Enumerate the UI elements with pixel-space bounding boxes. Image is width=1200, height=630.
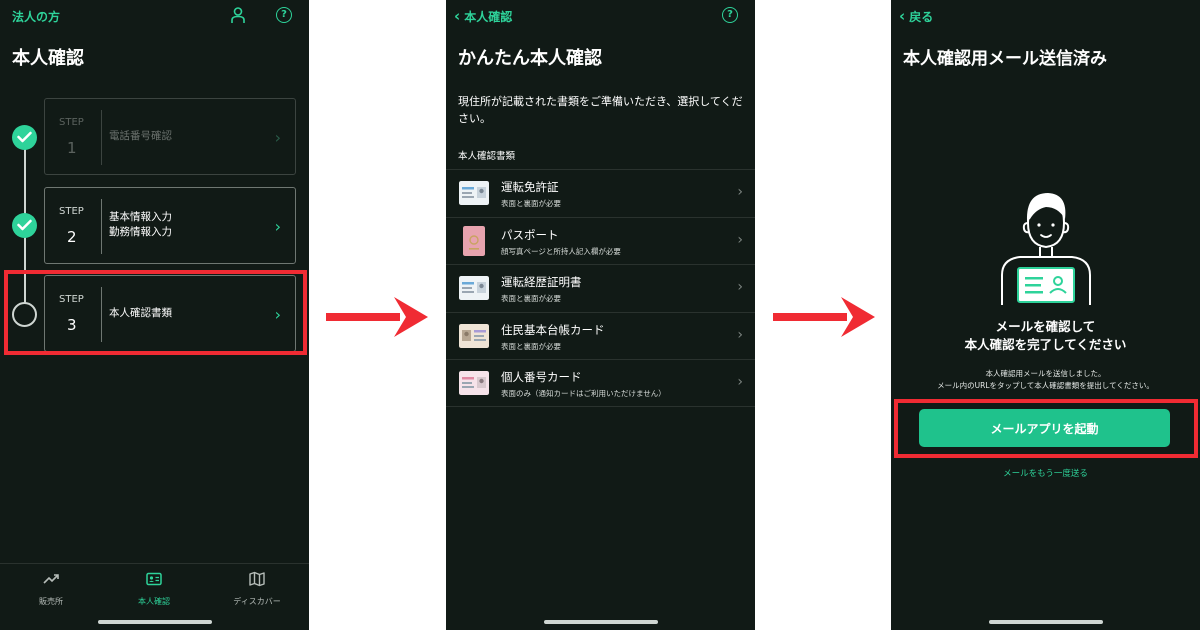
- tab-label: 販売所: [39, 597, 63, 606]
- chevron-right-icon: ›: [737, 326, 743, 343]
- check-icon: [12, 125, 37, 150]
- divider: [101, 110, 102, 165]
- page-title: 本人確認用メール送信済み: [903, 49, 1107, 69]
- section-label: 本人確認書類: [458, 151, 516, 162]
- document-list: 運転免許証 表面と裏面が必要 › パスポート 顔写真ページと所持人記入欄が必要 …: [446, 169, 755, 407]
- document-note: 表面と裏面が必要: [501, 199, 561, 208]
- list-item[interactable]: パスポート 顔写真ページと所持人記入欄が必要 ›: [446, 216, 755, 265]
- driving-history-icon: [459, 276, 489, 300]
- document-name: 個人番号カード: [501, 370, 582, 384]
- info-line-1: 本人確認用メールを送信しました。: [985, 369, 1106, 378]
- list-item[interactable]: 運転免許証 表面と裏面が必要 ›: [446, 169, 755, 217]
- step-card-phone[interactable]: STEP 1 電話番号確認 ›: [44, 98, 296, 175]
- tab-identity[interactable]: 本人確認: [109, 570, 199, 607]
- chevron-right-icon: ›: [274, 217, 281, 236]
- info-text: 本人確認用メールを送信しました。 メール内のURLをタップして本人確認書類を提出…: [891, 368, 1200, 392]
- passport-icon: [463, 225, 485, 256]
- chevron-left-icon: ‹: [454, 7, 461, 25]
- list-item[interactable]: 運転経歴証明書 表面と裏面が必要 ›: [446, 264, 755, 312]
- corporate-link[interactable]: 法人の方: [12, 8, 60, 25]
- resident-card-icon: [459, 323, 489, 348]
- tutorial-stage: 法人の方 ? 本人確認 STEP 1 電話番号確認 › STEP 2 基本情報入…: [0, 0, 1200, 630]
- check-icon: [12, 213, 37, 238]
- step-card-basic-info[interactable]: STEP 2 基本情報入力 勤務情報入力 ›: [44, 187, 296, 264]
- document-name: 運転免許証: [501, 180, 559, 194]
- highlight-box: [894, 399, 1198, 458]
- home-indicator: [97, 620, 212, 624]
- step-title: 基本情報入力: [109, 211, 172, 223]
- home-indicator: [988, 620, 1103, 624]
- step-title: 電話番号確認: [109, 130, 172, 142]
- chevron-right-icon: ›: [274, 128, 281, 147]
- divider: [101, 199, 102, 254]
- tab-label: ディスカバー: [233, 597, 281, 606]
- home-indicator: [543, 620, 658, 624]
- screen-mail-sent: ‹ 戻る 本人確認用メール送信済み メールを確認して 本人確認を完了してください…: [891, 0, 1200, 630]
- mynumber-card-icon: [459, 371, 489, 395]
- info-line-2: メール内のURLをタップして本人確認書類を提出してください。: [937, 381, 1154, 390]
- map-icon: [249, 571, 265, 587]
- person-with-id-illustration: [1001, 193, 1091, 305]
- step-title-2: 勤務情報入力: [109, 226, 172, 238]
- step-number: 1: [67, 139, 77, 157]
- chevron-right-icon: ›: [737, 231, 743, 248]
- step-label: STEP: [59, 117, 84, 128]
- document-name: 運転経歴証明書: [501, 275, 582, 289]
- step-label: STEP: [59, 206, 84, 217]
- back-button[interactable]: ‹ 戻る: [899, 7, 933, 25]
- tab-exchange[interactable]: 販売所: [6, 570, 96, 607]
- help-icon[interactable]: ?: [276, 7, 292, 23]
- highlight-box: [4, 270, 307, 355]
- screen-identity-steps: 法人の方 ? 本人確認 STEP 1 電話番号確認 › STEP 2 基本情報入…: [0, 0, 309, 630]
- back-label: 戻る: [909, 10, 934, 24]
- document-note: 表面と裏面が必要: [501, 341, 561, 351]
- step-number: 2: [67, 228, 77, 246]
- page-title: 本人確認: [12, 48, 84, 69]
- description: 現住所が記載された書類をご準備いただき、選択してください。: [458, 95, 743, 125]
- heading-line-2: 本人確認を完了してください: [964, 337, 1127, 352]
- list-item[interactable]: 住民基本台帳カード 表面と裏面が必要 ›: [446, 311, 755, 360]
- tab-discover[interactable]: ディスカバー: [212, 570, 302, 607]
- instruction-heading: メールを確認して 本人確認を完了してください: [891, 318, 1200, 354]
- tab-label: 本人確認: [138, 597, 170, 606]
- document-name: 住民基本台帳カード: [501, 322, 605, 337]
- arrow-right-icon: [773, 297, 875, 337]
- back-label: 本人確認: [464, 10, 513, 24]
- document-name: パスポート: [501, 227, 559, 242]
- list-item[interactable]: 個人番号カード 表面のみ（通知カードはご利用いただけません） ›: [446, 359, 755, 407]
- chevron-right-icon: ›: [737, 184, 743, 200]
- license-icon: [459, 181, 489, 205]
- chevron-right-icon: ›: [737, 279, 743, 295]
- screen-easy-identity: ‹ 本人確認 ? かんたん本人確認 現住所が記載された書類をご準備いただき、選択し…: [446, 0, 755, 630]
- chevron-right-icon: ›: [737, 374, 743, 390]
- user-icon[interactable]: [229, 6, 247, 24]
- resend-mail-link[interactable]: メールをもう一度送る: [891, 467, 1200, 479]
- heading-line-1: メールを確認して: [995, 319, 1096, 334]
- id-card-icon: [146, 572, 162, 586]
- document-note: 表面のみ（通知カードはご利用いただけません）: [501, 389, 666, 398]
- chevron-left-icon: ‹: [899, 7, 906, 25]
- document-note: 顔写真ページと所持人記入欄が必要: [501, 246, 621, 256]
- arrow-right-icon: [326, 297, 428, 337]
- help-icon[interactable]: ?: [722, 7, 738, 23]
- document-note: 表面と裏面が必要: [501, 294, 561, 303]
- back-button[interactable]: ‹ 本人確認: [454, 7, 512, 25]
- page-title: かんたん本人確認: [458, 48, 602, 69]
- trend-icon: [43, 574, 59, 584]
- header: 法人の方 ?: [0, 0, 309, 32]
